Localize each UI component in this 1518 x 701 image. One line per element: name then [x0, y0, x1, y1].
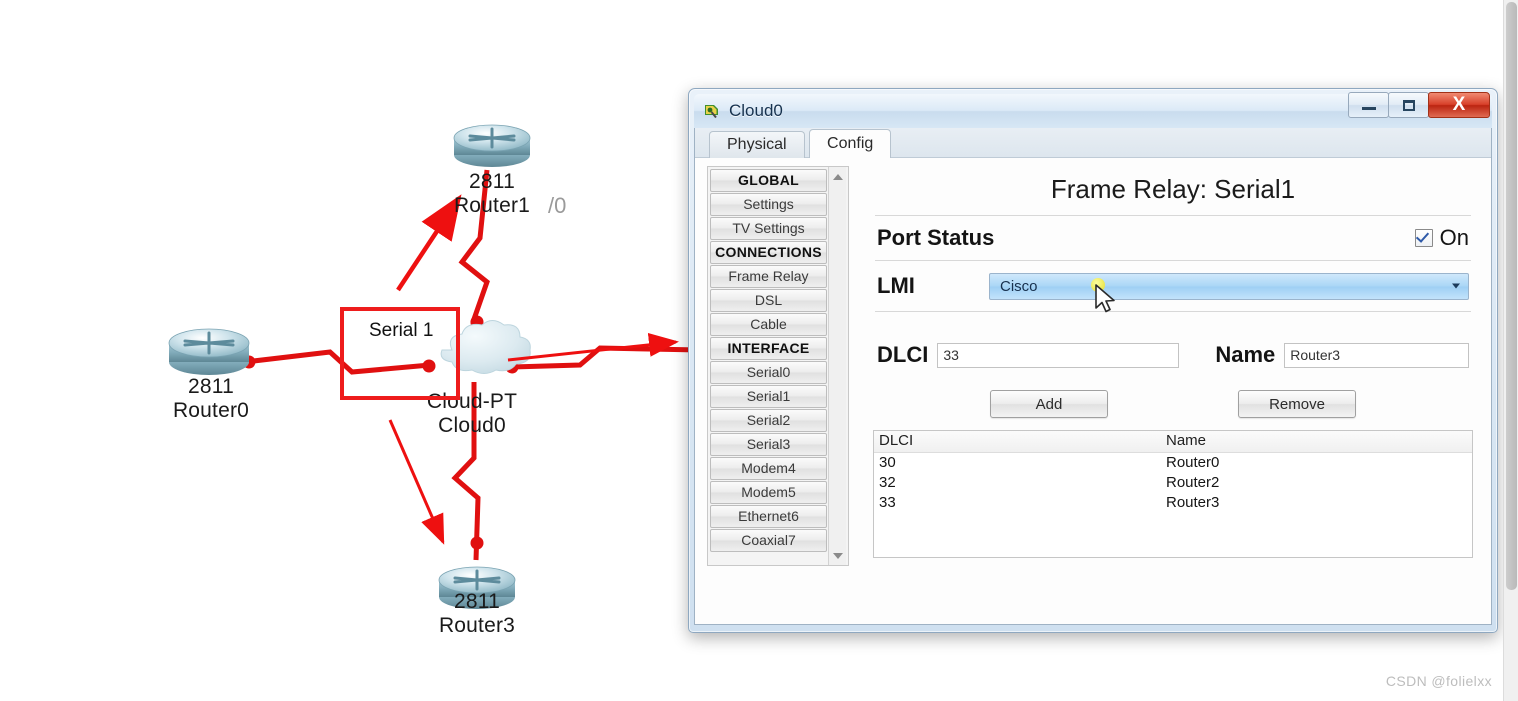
- column-header-name: Name: [1166, 432, 1207, 449]
- table-row[interactable]: 32 Router2: [874, 473, 1472, 493]
- name-input[interactable]: Router3: [1284, 342, 1469, 368]
- remove-button[interactable]: Remove: [1238, 390, 1356, 418]
- port-status-label: Port Status: [877, 225, 995, 250]
- sidebar-item-serial2[interactable]: Serial2: [710, 409, 827, 432]
- router0-icon: [168, 328, 250, 375]
- dlci-table-header: DLCI Name: [874, 431, 1472, 453]
- tab-physical[interactable]: Physical: [709, 131, 805, 158]
- serial1-annotation-label: Serial 1: [369, 320, 434, 341]
- sidebar-item-cable[interactable]: Cable: [710, 313, 827, 336]
- minimize-button[interactable]: [1348, 92, 1389, 118]
- lmi-label: LMI: [877, 273, 915, 298]
- sidebar-scrollbar[interactable]: [828, 167, 846, 565]
- cell-name: Router3: [1166, 494, 1220, 511]
- cell-name: Router0: [1166, 454, 1220, 471]
- port-status-row: Port Status On: [873, 216, 1473, 260]
- divider: [875, 311, 1471, 312]
- dlci-action-buttons: Add Remove: [873, 390, 1473, 418]
- close-button[interactable]: X: [1428, 92, 1490, 118]
- sidebar-item-modem4[interactable]: Modem4: [710, 457, 827, 480]
- sidebar-item-connections: CONNECTIONS: [710, 241, 827, 264]
- frame-relay-panel-title: Frame Relay: Serial1: [1050, 174, 1296, 204]
- window-client-area: Physical Config GLOBAL Settings TV Setti…: [694, 128, 1492, 625]
- sidebar-item-serial3[interactable]: Serial3: [710, 433, 827, 456]
- cell-dlci: 32: [879, 474, 896, 491]
- screenshot-root: 2811 Router0 2811 Router1 /0 Cloud-PT Cl…: [0, 0, 1518, 701]
- link-dot: [470, 536, 484, 550]
- port-status-on-label: On: [1439, 225, 1469, 250]
- lmi-row: LMI Cisco: [873, 261, 1473, 311]
- config-sidebar[interactable]: GLOBAL Settings TV Settings CONNECTIONS …: [707, 166, 849, 566]
- config-sidebar-list[interactable]: GLOBAL Settings TV Settings CONNECTIONS …: [708, 167, 828, 565]
- table-row[interactable]: 33 Router3: [874, 493, 1472, 513]
- cell-dlci: 33: [879, 494, 896, 511]
- checkmark-icon: [1415, 229, 1429, 243]
- dlci-input[interactable]: 33: [937, 342, 1180, 368]
- name-label: Name: [1215, 342, 1276, 367]
- maximize-icon: [1402, 99, 1415, 111]
- router3-label: 2811 Router3: [438, 590, 516, 637]
- column-header-dlci: DLCI: [879, 432, 914, 449]
- sidebar-item-frame-relay[interactable]: Frame Relay: [710, 265, 827, 288]
- config-panel-body: GLOBAL Settings TV Settings CONNECTIONS …: [695, 158, 1491, 624]
- chevron-down-icon: [1452, 283, 1460, 289]
- sidebar-item-global: GLOBAL: [710, 169, 827, 192]
- table-row[interactable]: 30 Router0: [874, 453, 1472, 473]
- page-scrollbar[interactable]: [1503, 0, 1518, 701]
- page-scrollbar-thumb[interactable]: [1506, 2, 1517, 590]
- sidebar-item-modem5[interactable]: Modem5: [710, 481, 827, 504]
- packet-tracer-icon: [702, 101, 722, 121]
- sidebar-item-interface: INTERFACE: [710, 337, 827, 360]
- sidebar-item-coaxial7[interactable]: Coaxial7: [710, 529, 827, 552]
- router1-icon: [453, 124, 531, 167]
- lmi-select[interactable]: Cisco: [989, 272, 1469, 300]
- maximize-button[interactable]: [1388, 92, 1429, 118]
- window-titlebar[interactable]: Cloud0 X: [694, 92, 1492, 128]
- watermark: CSDN @folielxx: [1385, 673, 1492, 689]
- dlci-table[interactable]: DLCI Name 30 Router0 32 Router2 33 Route…: [873, 430, 1473, 558]
- minimize-icon: [1361, 107, 1376, 110]
- sidebar-item-settings[interactable]: Settings: [710, 193, 827, 216]
- tab-config[interactable]: Config: [809, 129, 892, 158]
- scroll-down-arrow-icon[interactable]: [829, 547, 846, 564]
- scroll-up-arrow-icon[interactable]: [829, 168, 846, 185]
- cloud0-config-window[interactable]: Cloud0 X Physical Config GLOBAL Settings…: [688, 88, 1498, 633]
- sidebar-item-serial1[interactable]: Serial1: [710, 385, 827, 408]
- dlci-label: DLCI: [877, 342, 929, 367]
- port-status-toggle[interactable]: On: [1414, 225, 1469, 251]
- router1-port-suffix-label: /0: [548, 193, 567, 218]
- tabstrip[interactable]: Physical Config: [695, 128, 1491, 158]
- network-topology-canvas[interactable]: 2811 Router0 2811 Router1 /0 Cloud-PT Cl…: [0, 0, 700, 701]
- router1-label: 2811 Router1: [453, 170, 531, 217]
- dlci-entry-row: DLCI 33 Name Router3: [873, 334, 1473, 376]
- window-control-buttons[interactable]: X: [1348, 92, 1490, 118]
- sidebar-item-tv-settings[interactable]: TV Settings: [710, 217, 827, 240]
- sidebar-item-dsl[interactable]: DSL: [710, 289, 827, 312]
- port-status-checkbox[interactable]: [1414, 229, 1433, 247]
- cell-dlci: 30: [879, 454, 896, 471]
- close-icon: X: [1452, 94, 1466, 115]
- sidebar-item-ethernet6[interactable]: Ethernet6: [710, 505, 827, 528]
- add-button[interactable]: Add: [990, 390, 1108, 418]
- sidebar-item-serial0[interactable]: Serial0: [710, 361, 827, 384]
- lmi-selected-value: Cisco: [1000, 277, 1038, 295]
- frame-relay-config-content: Frame Relay: Serial1 Port Status On LMI: [873, 166, 1473, 614]
- router0-label: 2811 Router0: [172, 375, 250, 422]
- window-title: Cloud0: [729, 101, 783, 120]
- annotation-arrow-to-router3: [388, 419, 445, 545]
- cell-name: Router2: [1166, 474, 1220, 491]
